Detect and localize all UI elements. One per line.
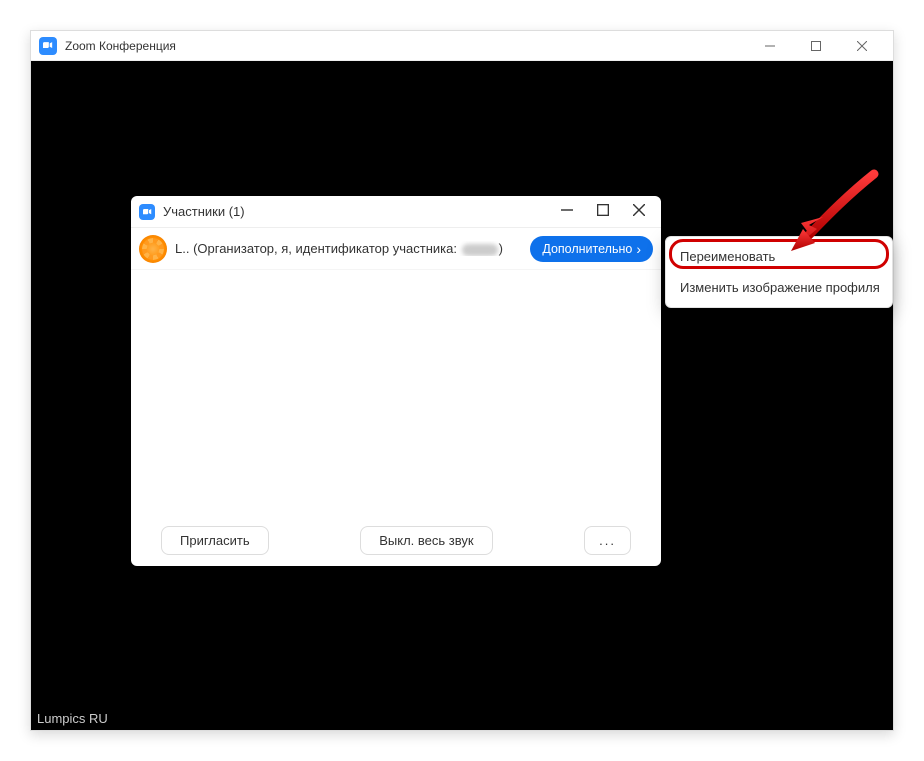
minimize-button[interactable] <box>561 203 573 221</box>
zoom-icon <box>139 204 155 220</box>
close-button[interactable] <box>839 32 885 60</box>
watermark: Lumpics RU <box>37 711 108 726</box>
participants-list-body <box>131 270 661 514</box>
participant-row[interactable]: L.. (Организатор, я, идентификатор участ… <box>131 228 661 270</box>
participant-prefix: L.. (Организатор, я, идентификатор участ… <box>175 241 461 256</box>
mute-all-button[interactable]: Выкл. весь звук <box>360 526 492 555</box>
participant-suffix: ) <box>499 241 503 256</box>
minimize-button[interactable] <box>747 32 793 60</box>
close-button[interactable] <box>633 203 645 221</box>
participants-panel: Участники (1) L.. (Организатор, я, идент… <box>131 196 661 566</box>
participants-footer: Пригласить Выкл. весь звук ... <box>131 514 661 566</box>
participants-window-controls <box>561 203 653 221</box>
main-titlebar: Zoom Конференция <box>31 31 893 61</box>
maximize-button[interactable] <box>793 32 839 60</box>
more-label: Дополнительно <box>542 242 632 256</box>
footer-more-button[interactable]: ... <box>584 526 631 555</box>
participant-id-blurred <box>462 244 498 256</box>
chevron-right-icon: › <box>636 241 641 257</box>
participant-more-button[interactable]: Дополнительно › <box>530 236 653 262</box>
avatar <box>139 235 167 263</box>
main-title: Zoom Конференция <box>65 39 176 53</box>
menu-item-rename[interactable]: Переименовать <box>666 241 892 272</box>
maximize-button[interactable] <box>597 203 609 221</box>
participant-context-menu: Переименовать Изменить изображение профи… <box>665 236 893 308</box>
zoom-main-window: Zoom Конференция Участники (1) <box>30 30 894 731</box>
participants-titlebar: Участники (1) <box>131 196 661 228</box>
participant-label: L.. (Организатор, я, идентификатор участ… <box>175 241 503 256</box>
meeting-viewport: Участники (1) L.. (Организатор, я, идент… <box>31 61 893 730</box>
invite-button[interactable]: Пригласить <box>161 526 269 555</box>
menu-item-change-picture[interactable]: Изменить изображение профиля <box>666 272 892 303</box>
participants-title: Участники (1) <box>163 204 245 219</box>
zoom-icon <box>39 37 57 55</box>
main-window-controls <box>747 32 885 60</box>
